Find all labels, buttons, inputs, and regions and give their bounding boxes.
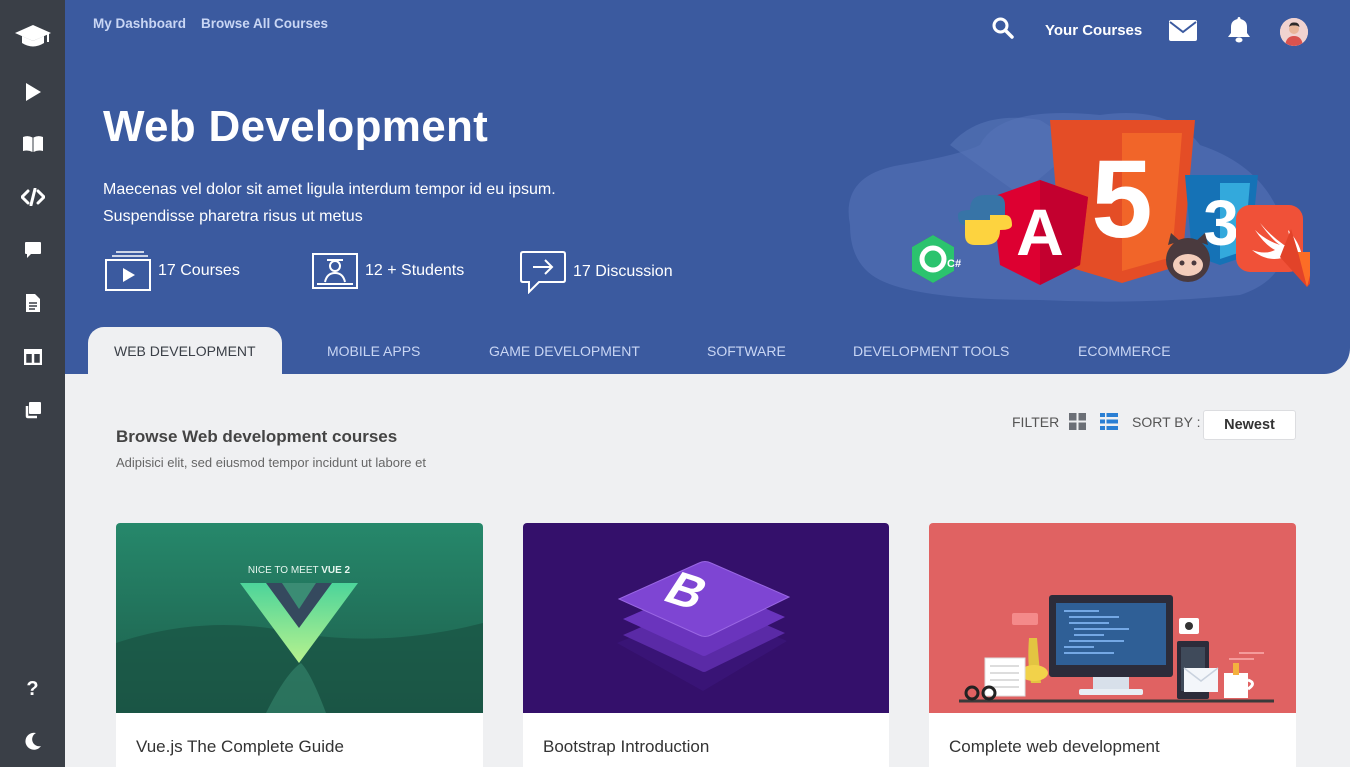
section-title: Browse Web development courses — [116, 427, 398, 446]
list-view-icon[interactable] — [1100, 413, 1118, 435]
course-title[interactable]: Complete web development — [949, 737, 1160, 757]
tech-logos-illustration: 5 3 A C# — [840, 105, 1334, 305]
stat-discussion-label: 17 Discussion — [573, 263, 673, 280]
course-thumbnail: B — [523, 523, 889, 713]
moon-icon[interactable] — [0, 721, 65, 761]
course-card[interactable]: Complete web development — [929, 523, 1296, 767]
teacher-icon — [312, 253, 358, 289]
stat-students: 12 + Students — [311, 250, 464, 292]
tab-label: MOBILE APPS — [327, 342, 421, 359]
page-title: Web Development — [103, 102, 489, 151]
chat-icon[interactable] — [0, 230, 65, 270]
tab-label: ECOMMERCE — [1078, 342, 1171, 359]
copy-icon[interactable] — [0, 390, 65, 430]
course-card[interactable]: B Bootstrap Introduction — [523, 523, 889, 767]
tab-web-development[interactable]: WEB DEVELOPMENT — [88, 327, 282, 374]
course-thumbnail — [929, 523, 1296, 713]
avatar[interactable] — [1280, 18, 1308, 46]
hero-banner: My Dashboard Browse All Courses Your Cou… — [65, 0, 1350, 374]
play-icon[interactable] — [0, 72, 65, 112]
hero-desc-line-1: Maecenas vel dolor sit amet ligula inter… — [103, 181, 556, 198]
hero-desc-line-2: Suspendisse pharetra risus ut metus — [103, 208, 363, 225]
sort-label: SORT BY : — [1132, 414, 1201, 430]
document-icon[interactable] — [0, 283, 65, 323]
css3-logo: 3 — [1203, 187, 1239, 259]
video-stack-icon — [105, 251, 151, 291]
tab-label: SOFTWARE — [707, 342, 786, 359]
csharp-logo: C# — [947, 258, 961, 270]
stat-discussion: 17 Discussion — [519, 250, 673, 294]
tab-label: GAME DEVELOPMENT — [489, 342, 640, 359]
tab-label: DEVELOPMENT TOOLS — [853, 342, 1010, 359]
discussion-icon — [520, 251, 566, 294]
help-icon[interactable]: ? — [0, 669, 65, 709]
nav-browse-all-courses[interactable]: Browse All Courses — [201, 16, 328, 31]
tab-label: WEB DEVELOPMENT — [114, 342, 256, 359]
course-title[interactable]: Bootstrap Introduction — [543, 737, 709, 757]
your-courses-link[interactable]: Your Courses — [1045, 22, 1142, 39]
filter-label: FILTER — [1012, 414, 1060, 430]
graduation-cap-icon[interactable] — [0, 16, 65, 56]
top-navigation: My Dashboard Browse All Courses — [93, 16, 328, 31]
code-icon[interactable] — [0, 177, 65, 217]
stat-students-label: 12 + Students — [365, 262, 465, 279]
nav-my-dashboard[interactable]: My Dashboard — [93, 16, 186, 31]
course-card[interactable]: NICE TO MEET VUE 2 Vue.js The Complete G… — [116, 523, 483, 767]
grid-view-icon[interactable] — [1069, 413, 1086, 435]
hero-description: Maecenas vel dolor sit amet ligula inter… — [103, 176, 556, 230]
tab-development-tools[interactable]: DEVELOPMENT TOOLS — [853, 327, 1009, 374]
sidebar: ? — [0, 0, 65, 767]
angular-logo: A — [1016, 195, 1064, 269]
vue-banner-bold: VUE 2 — [321, 565, 350, 576]
stat-courses: 17 Courses — [104, 250, 240, 292]
tab-game-development[interactable]: GAME DEVELOPMENT — [489, 327, 640, 374]
tab-mobile-apps[interactable]: MOBILE APPS — [327, 327, 420, 374]
tab-software[interactable]: SOFTWARE — [707, 327, 786, 374]
stat-courses-label: 17 Courses — [158, 262, 240, 279]
section-subtitle: Adipisici elit, sed eiusmod tempor incid… — [116, 455, 426, 470]
tab-ecommerce[interactable]: ECOMMERCE — [1078, 327, 1171, 374]
mail-icon[interactable] — [1169, 20, 1197, 46]
course-thumbnail: NICE TO MEET VUE 2 — [116, 523, 483, 713]
book-icon[interactable] — [0, 124, 65, 164]
columns-icon[interactable] — [0, 337, 65, 377]
sort-select[interactable]: Newest — [1203, 410, 1296, 440]
vue-banner-text: NICE TO MEET — [248, 565, 319, 576]
html5-logo: 5 — [1091, 138, 1152, 261]
svg-text:NICE TO MEET VUE 2: NICE TO MEET VUE 2 — [248, 565, 351, 576]
course-title[interactable]: Vue.js The Complete Guide — [136, 737, 344, 757]
search-icon[interactable] — [992, 17, 1014, 44]
bell-icon[interactable] — [1227, 16, 1251, 48]
